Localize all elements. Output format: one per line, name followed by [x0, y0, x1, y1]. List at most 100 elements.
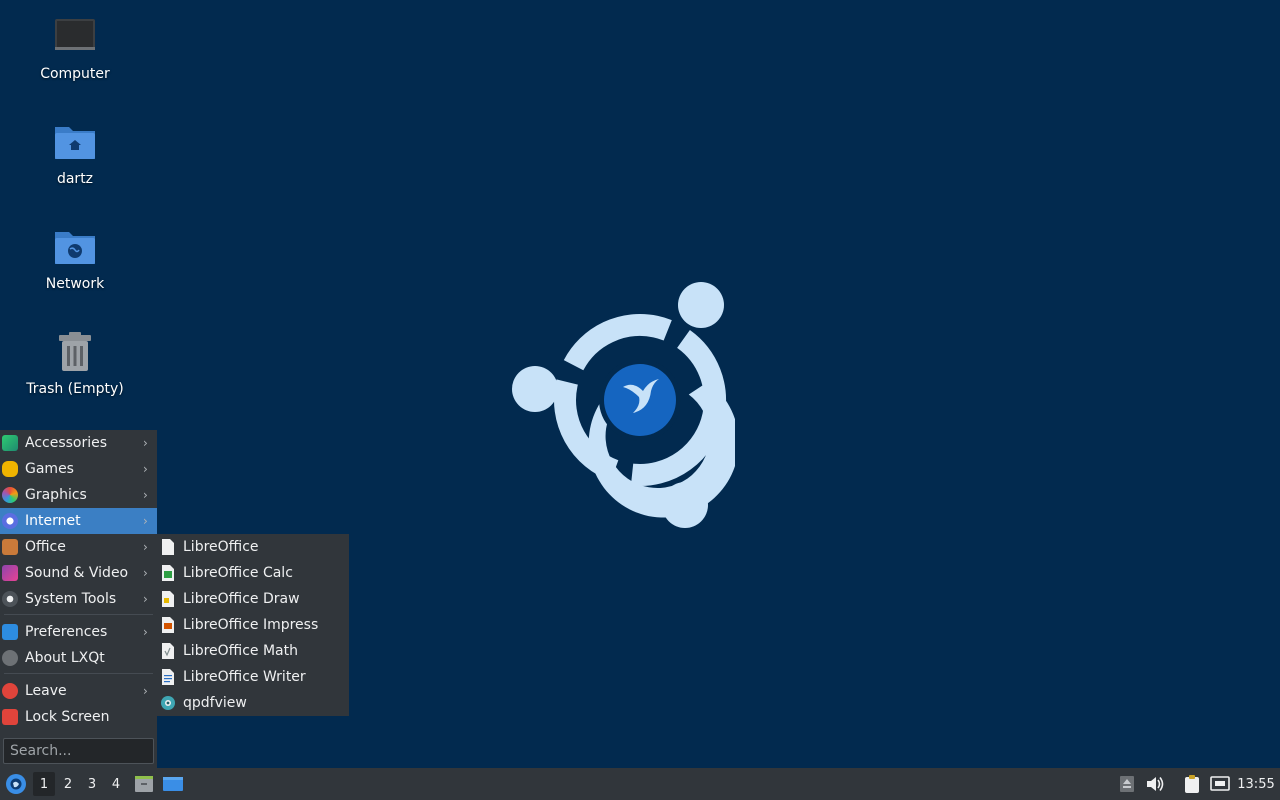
chevron-right-icon: ›	[143, 684, 148, 698]
start-menu-button[interactable]	[3, 768, 29, 800]
workspace-3-button[interactable]: 3	[81, 768, 103, 800]
submenu-item-libreoffice-draw[interactable]: LibreOffice Draw	[157, 586, 349, 612]
menu-item-system-tools[interactable]: System Tools ›	[0, 586, 157, 612]
home-folder-icon	[55, 127, 95, 159]
menu-search-input[interactable]	[3, 738, 154, 764]
desktop-icon-trash[interactable]: Trash (Empty)	[15, 331, 135, 397]
volume-button[interactable]	[1144, 768, 1166, 800]
submenu-item-label: LibreOffice Writer	[183, 669, 306, 685]
taskbar: 1 2 3 4 13:55	[0, 768, 1280, 800]
menu-item-label: Lock Screen	[25, 709, 110, 725]
menu-item-label: System Tools	[25, 591, 117, 607]
writer-icon	[162, 669, 174, 685]
info-icon	[2, 650, 18, 666]
libreoffice-icon	[162, 539, 174, 555]
chevron-right-icon: ›	[143, 625, 148, 639]
graphics-icon	[2, 487, 18, 503]
wired-network-icon	[1210, 776, 1230, 791]
menu-item-leave[interactable]: Leave ›	[0, 678, 157, 704]
menu-item-preferences[interactable]: Preferences ›	[0, 619, 157, 645]
speaker-icon	[1147, 777, 1164, 791]
file-cabinet-icon	[135, 776, 153, 792]
desktop-icon-label: Trash (Empty)	[26, 381, 124, 397]
menu-item-games[interactable]: Games ›	[0, 456, 157, 482]
menu-item-lock-screen[interactable]: Lock Screen	[0, 704, 157, 730]
desktop-icon	[163, 777, 183, 791]
submenu-item-libreoffice-math[interactable]: LibreOffice Math	[157, 638, 349, 664]
desktop-icon-network[interactable]: Network	[15, 226, 135, 292]
menu-item-label: Internet	[25, 513, 81, 529]
submenu-item-label: LibreOffice Calc	[183, 565, 293, 581]
chevron-right-icon: ›	[143, 462, 148, 476]
trash-icon	[59, 332, 91, 371]
submenu-item-label: LibreOffice	[183, 539, 259, 555]
internet-icon	[2, 513, 18, 529]
computer-icon	[55, 19, 95, 50]
desktop-icon-label: dartz	[56, 171, 94, 187]
calc-icon	[162, 565, 174, 581]
network-status-button[interactable]	[1209, 768, 1231, 800]
menu-item-label: Office	[25, 539, 66, 555]
preferences-icon	[2, 624, 18, 640]
internet-submenu: LibreOffice LibreOffice Calc LibreOffice…	[157, 534, 349, 716]
submenu-item-label: LibreOffice Math	[183, 643, 298, 659]
draw-icon	[162, 591, 174, 607]
network-folder-icon	[55, 232, 95, 264]
menu-item-label: Sound & Video	[25, 565, 129, 581]
submenu-item-label: LibreOffice Draw	[183, 591, 300, 607]
lubuntu-logo	[512, 282, 735, 528]
menu-item-label: Leave	[25, 683, 67, 699]
workspace-1-button[interactable]: 1	[33, 772, 55, 796]
menu-item-sound-video[interactable]: Sound & Video ›	[0, 560, 157, 586]
desktop-icon-label: Computer	[40, 66, 110, 82]
lubuntu-start-icon	[6, 774, 26, 794]
eject-icon	[1120, 776, 1134, 792]
menu-separator	[4, 614, 153, 615]
accessories-icon	[2, 435, 18, 451]
submenu-item-libreoffice-impress[interactable]: LibreOffice Impress	[157, 612, 349, 638]
clipboard-icon	[1185, 775, 1199, 793]
office-icon	[2, 539, 18, 555]
show-desktop-button[interactable]	[161, 768, 185, 800]
menu-item-label: Games	[25, 461, 74, 477]
chevron-right-icon: ›	[143, 540, 148, 554]
file-manager-launcher[interactable]	[133, 768, 155, 800]
chevron-right-icon: ›	[143, 592, 148, 606]
clipboard-button[interactable]	[1181, 768, 1203, 800]
application-menu: Accessories › Games › Graphics › Interne…	[0, 430, 157, 768]
clock[interactable]: 13:55	[1236, 768, 1276, 800]
menu-separator	[4, 673, 153, 674]
removable-media-button[interactable]	[1117, 768, 1137, 800]
menu-item-label: Graphics	[25, 487, 87, 503]
power-icon	[2, 683, 18, 699]
submenu-item-libreoffice-writer[interactable]: LibreOffice Writer	[157, 664, 349, 690]
chevron-right-icon: ›	[143, 488, 148, 502]
menu-item-graphics[interactable]: Graphics ›	[0, 482, 157, 508]
chevron-right-icon: ›	[143, 566, 148, 580]
desktop-icon-label: Network	[45, 276, 105, 292]
games-icon	[2, 461, 18, 477]
menu-item-label: Accessories	[25, 435, 108, 451]
menu-item-office[interactable]: Office ›	[0, 534, 157, 560]
menu-item-label: Preferences	[25, 624, 108, 640]
submenu-item-qpdfview[interactable]: qpdfview	[157, 690, 349, 716]
submenu-item-label: qpdfview	[183, 695, 247, 711]
desktop-icon-home[interactable]: dartz	[15, 121, 135, 187]
chevron-right-icon: ›	[143, 436, 148, 450]
desktop-icon-computer[interactable]: Computer	[15, 16, 135, 82]
menu-item-label: About LXQt	[25, 650, 105, 666]
lock-icon	[2, 709, 18, 725]
math-icon	[162, 643, 174, 659]
menu-item-accessories[interactable]: Accessories ›	[0, 430, 157, 456]
submenu-item-libreoffice-calc[interactable]: LibreOffice Calc	[157, 560, 349, 586]
impress-icon	[162, 617, 174, 633]
workspace-4-button[interactable]: 4	[105, 768, 127, 800]
qpdfview-icon	[161, 696, 175, 710]
menu-item-about-lxqt[interactable]: About LXQt	[0, 645, 157, 671]
chevron-right-icon: ›	[143, 514, 148, 528]
submenu-item-libreoffice[interactable]: LibreOffice	[157, 534, 349, 560]
sound-video-icon	[2, 565, 18, 581]
menu-item-internet[interactable]: Internet ›	[0, 508, 157, 534]
submenu-item-label: LibreOffice Impress	[183, 617, 319, 633]
workspace-2-button[interactable]: 2	[57, 768, 79, 800]
